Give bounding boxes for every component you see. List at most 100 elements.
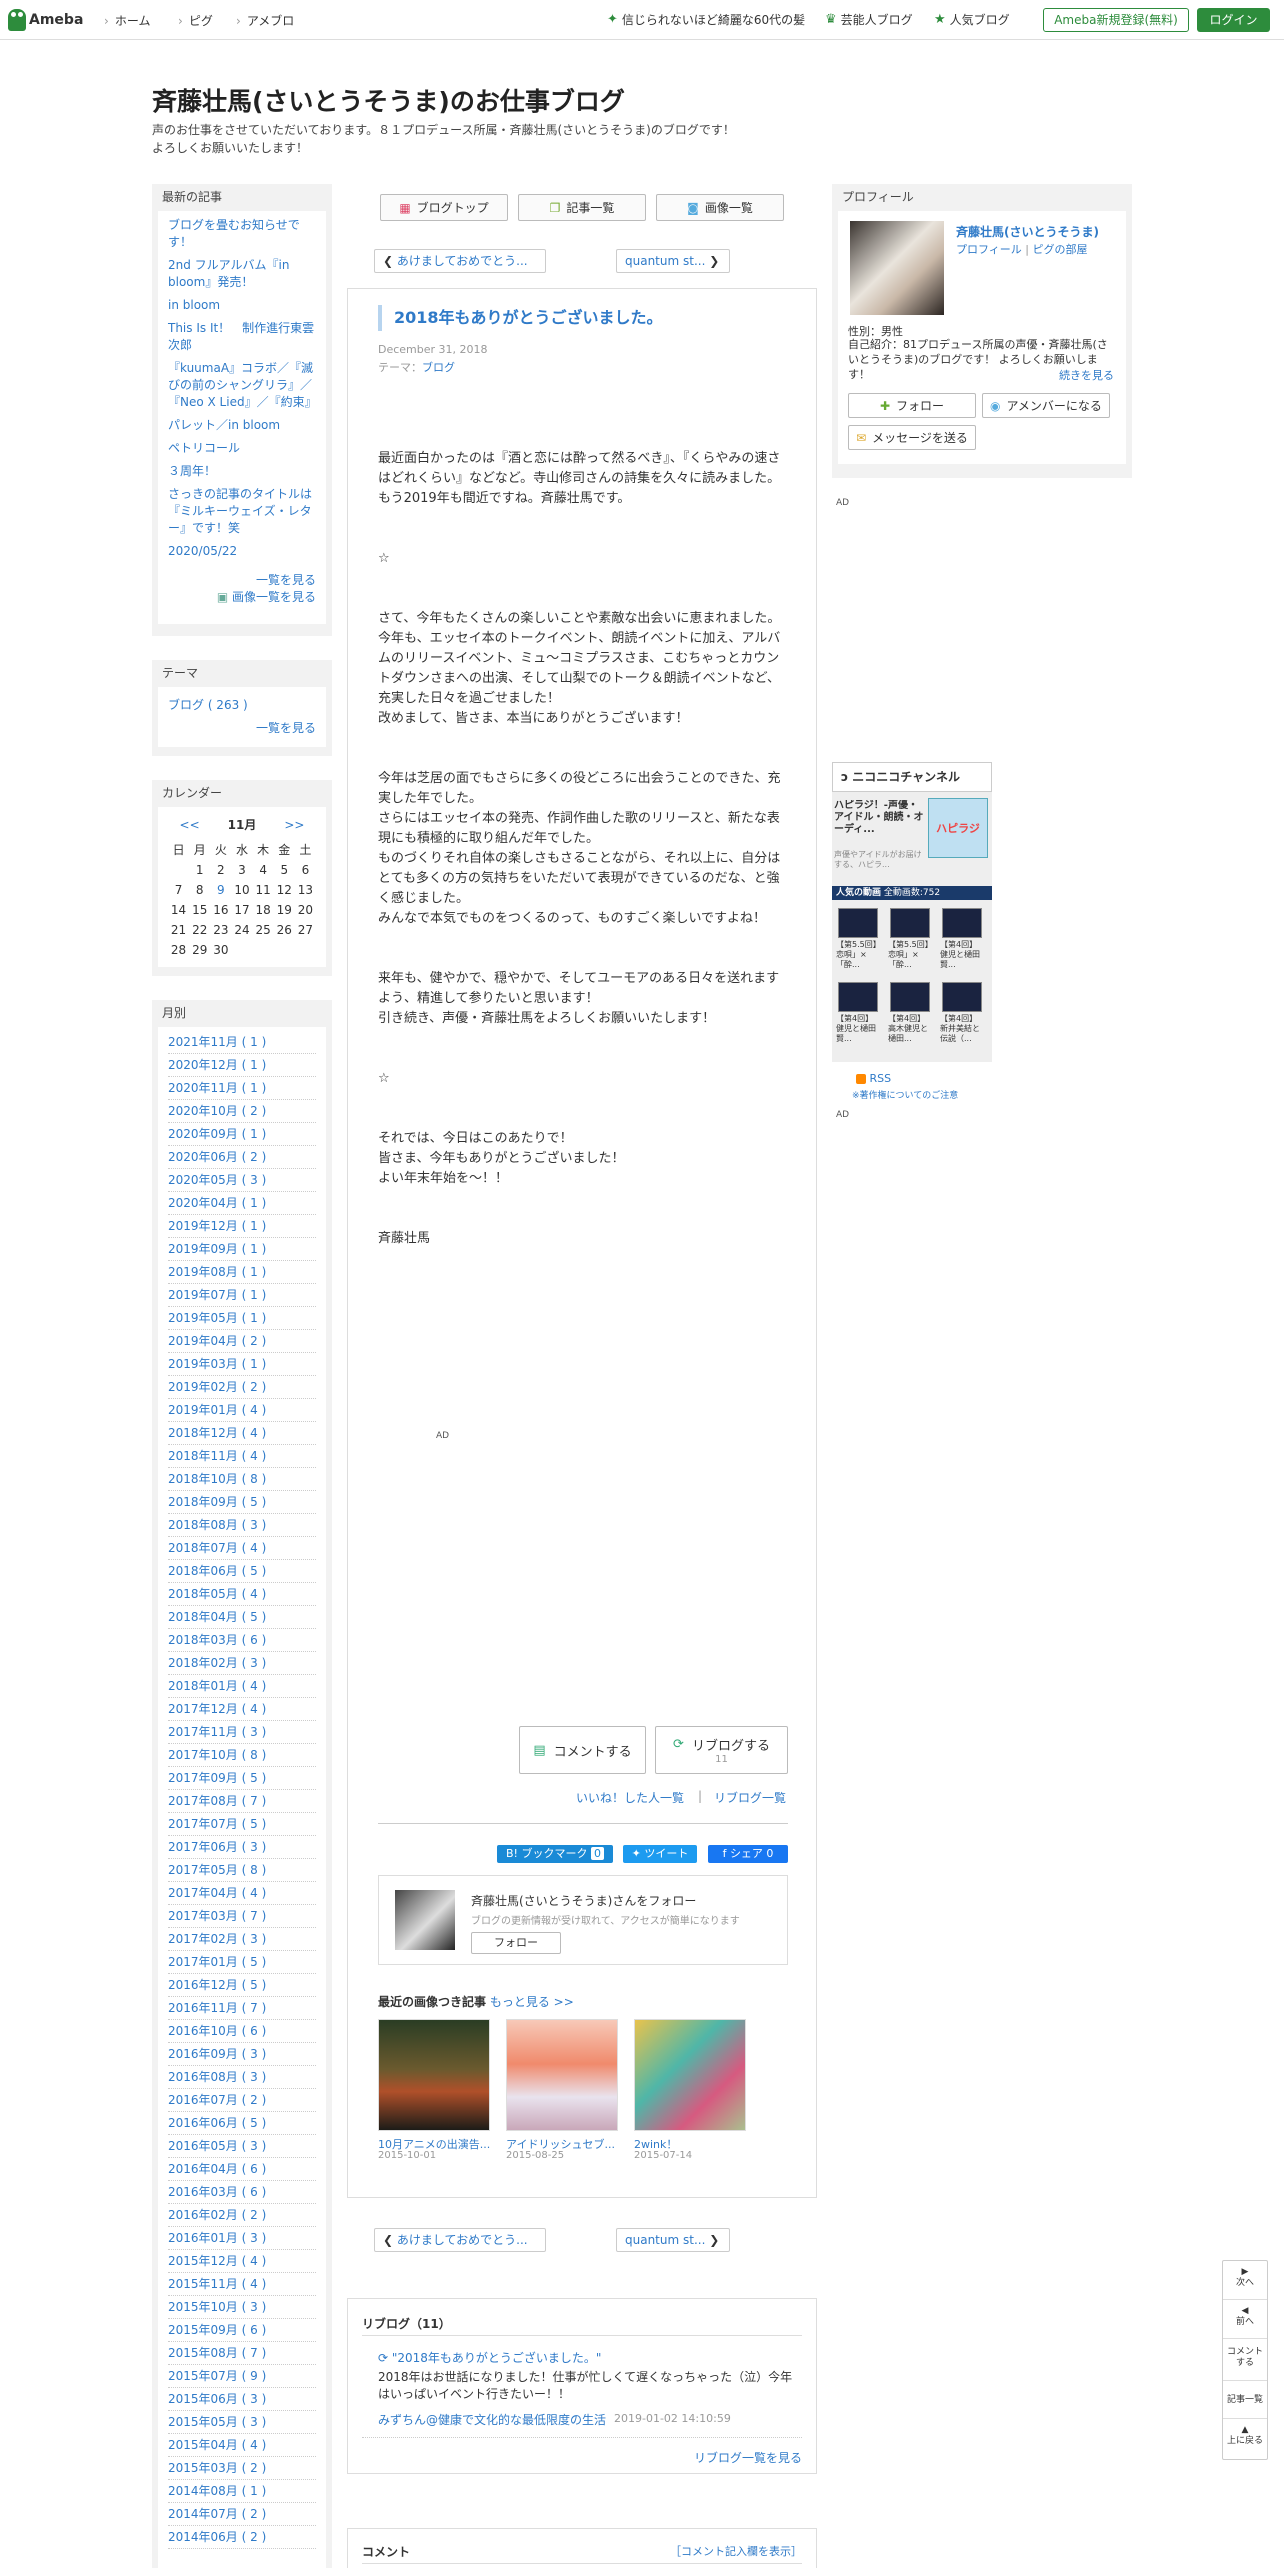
- month-archive-link[interactable]: 2017年02月 ( 3 ): [168, 1928, 316, 1951]
- nav-home[interactable]: ホーム: [104, 12, 151, 29]
- image-thumbnail[interactable]: [506, 2019, 618, 2131]
- reblog-list-link[interactable]: リブログ一覧: [714, 1789, 786, 1806]
- recent-article-link[interactable]: ３周年！: [168, 463, 316, 480]
- recent-article-link[interactable]: 2nd フルアルバム『in bloom』発売！: [168, 257, 316, 291]
- blog-title[interactable]: 斉藤壮馬(さいとうそうま)のお仕事ブログ: [152, 82, 625, 118]
- month-archive-link[interactable]: 2019年09月 ( 1 ): [168, 1238, 316, 1261]
- month-archive-link[interactable]: 2014年07月 ( 2 ): [168, 2503, 316, 2526]
- month-archive-link[interactable]: 2018年09月 ( 5 ): [168, 1491, 316, 1514]
- topic-link-celebrity[interactable]: ♛ 芸能人ブログ: [825, 11, 913, 28]
- month-archive-link[interactable]: 2015年06月 ( 3 ): [168, 2388, 316, 2411]
- login-button[interactable]: ログイン: [1197, 8, 1270, 32]
- month-archive-link[interactable]: 2015年03月 ( 2 ): [168, 2457, 316, 2480]
- month-archive-link[interactable]: 2016年06月 ( 5 ): [168, 2112, 316, 2135]
- profile-avatar[interactable]: [850, 221, 944, 315]
- recent-images-more-link[interactable]: もっと見る >>: [490, 1995, 574, 2009]
- register-button[interactable]: Ameba新規登録(無料): [1043, 8, 1189, 32]
- month-archive-link[interactable]: 2017年09月 ( 5 ): [168, 1767, 316, 1790]
- nico-video-thumbnail[interactable]: [942, 982, 982, 1012]
- month-archive-link[interactable]: 2017年04月 ( 4 ): [168, 1882, 316, 1905]
- month-archive-link[interactable]: 2016年12月 ( 5 ): [168, 1974, 316, 1997]
- reblog-more-link[interactable]: リブログ一覧を見る: [694, 2449, 802, 2466]
- month-archive-link[interactable]: 2015年07月 ( 9 ): [168, 2365, 316, 2388]
- month-archive-link[interactable]: 2014年06月 ( 2 ): [168, 2526, 316, 2549]
- month-archive-link[interactable]: 2014年08月 ( 1 ): [168, 2480, 316, 2503]
- side-next-button[interactable]: ▶ 次へ: [1223, 2261, 1267, 2300]
- month-archive-link[interactable]: 2020年05月 ( 3 ): [168, 1169, 316, 1192]
- profile-name[interactable]: 斉藤壮馬(さいとうそうま): [956, 223, 1099, 240]
- comment-button[interactable]: ▤ コメントする: [519, 1726, 646, 1774]
- month-archive-link[interactable]: 2015年12月 ( 4 ): [168, 2250, 316, 2273]
- nico-video-caption[interactable]: 【第4回】健児と樋田賢...: [836, 1014, 880, 1044]
- month-archive-link[interactable]: 2020年04月 ( 1 ): [168, 1192, 316, 1215]
- nico-video-caption[interactable]: 【第4回】高木健児と樋田...: [888, 1014, 932, 1044]
- month-archive-link[interactable]: 2017年01月 ( 5 ): [168, 1951, 316, 1974]
- calendar-day[interactable]: 9: [210, 880, 231, 900]
- month-archive-link[interactable]: 2017年05月 ( 8 ): [168, 1859, 316, 1882]
- tab-article-list[interactable]: ❐ 記事一覧: [518, 194, 646, 221]
- nico-video-thumbnail[interactable]: [942, 908, 982, 938]
- nav-ameblo[interactable]: アメブロ: [236, 12, 294, 29]
- month-archive-link[interactable]: 2020年10月 ( 2 ): [168, 1100, 316, 1123]
- month-archive-link[interactable]: 2016年09月 ( 3 ): [168, 2043, 316, 2066]
- month-archive-link[interactable]: 2018年03月 ( 6 ): [168, 1629, 316, 1652]
- month-archive-link[interactable]: 2020年12月 ( 1 ): [168, 1054, 316, 1077]
- month-archive-link[interactable]: 2019年03月 ( 1 ): [168, 1353, 316, 1376]
- month-archive-link[interactable]: 2019年08月 ( 1 ): [168, 1261, 316, 1284]
- reblog-entry-title[interactable]: ⟳ "2018年もありがとうございました。": [378, 2349, 601, 2366]
- month-archive-link[interactable]: 2019年01月 ( 4 ): [168, 1399, 316, 1422]
- profile-more-link[interactable]: 続きを見る: [1059, 367, 1114, 383]
- month-archive-link[interactable]: 2019年04月 ( 2 ): [168, 1330, 316, 1353]
- month-archive-link[interactable]: 2018年01月 ( 4 ): [168, 1675, 316, 1698]
- recent-article-link[interactable]: ブログを畳むお知らせです！: [168, 217, 316, 251]
- month-archive-link[interactable]: 2017年11月 ( 3 ): [168, 1721, 316, 1744]
- comment-form-toggle[interactable]: ［コメント記入欄を表示］: [670, 2543, 802, 2559]
- recent-article-link[interactable]: パレット／in bloom: [168, 417, 316, 434]
- amember-button[interactable]: ◉ アメンバーになる: [982, 393, 1110, 418]
- month-archive-link[interactable]: 2018年11月 ( 4 ): [168, 1445, 316, 1468]
- side-list-button[interactable]: 記事一覧: [1223, 2381, 1267, 2419]
- month-archive-link[interactable]: 2015年10月 ( 3 ): [168, 2296, 316, 2319]
- month-archive-link[interactable]: 2019年02月 ( 2 ): [168, 1376, 316, 1399]
- follow-button[interactable]: フォロー: [471, 1932, 561, 1954]
- month-archive-link[interactable]: 2017年10月 ( 8 ): [168, 1744, 316, 1767]
- prev-article-link-bottom[interactable]: ❮ あけましておめでとう...: [374, 2228, 546, 2252]
- reblog-button[interactable]: ⟳ リブログする 11: [655, 1726, 788, 1774]
- next-article-link[interactable]: quantum st... ❯: [616, 249, 730, 273]
- month-archive-link[interactable]: 2018年12月 ( 4 ): [168, 1422, 316, 1445]
- liked-users-link[interactable]: いいね！した人一覧: [576, 1789, 684, 1806]
- month-archive-link[interactable]: 2020年09月 ( 1 ): [168, 1123, 316, 1146]
- tab-blog-top[interactable]: ▦ ブログトップ: [380, 194, 508, 221]
- month-archive-link[interactable]: 2018年10月 ( 8 ): [168, 1468, 316, 1491]
- month-archive-link[interactable]: 2017年12月 ( 4 ): [168, 1698, 316, 1721]
- calendar-prev-link[interactable]: <<: [180, 817, 200, 834]
- profile-follow-button[interactable]: ✚ フォロー: [848, 393, 976, 418]
- rss-link[interactable]: RSS: [870, 1072, 892, 1085]
- reblog-entry-author[interactable]: みずちん@健康で文化的な最低限度の生活: [378, 2411, 606, 2428]
- nico-video-thumbnail[interactable]: [890, 908, 930, 938]
- pig-room-link[interactable]: ピグの部屋: [1032, 243, 1087, 256]
- month-archive-link[interactable]: 2016年10月 ( 6 ): [168, 2020, 316, 2043]
- side-comment-button[interactable]: コメントする: [1223, 2339, 1267, 2381]
- month-archive-link[interactable]: 2015年09月 ( 6 ): [168, 2319, 316, 2342]
- month-archive-link[interactable]: 2016年03月 ( 6 ): [168, 2181, 316, 2204]
- side-prev-button[interactable]: ◀ 前へ: [1223, 2300, 1267, 2339]
- side-top-button[interactable]: ▲ 上に戻る: [1223, 2419, 1267, 2459]
- month-archive-link[interactable]: 2015年08月 ( 7 ): [168, 2342, 316, 2365]
- month-archive-link[interactable]: 2017年07月 ( 5 ): [168, 1813, 316, 1836]
- recent-article-link[interactable]: This Is It！ 制作進行東雲次郎: [168, 320, 316, 354]
- nav-pigg[interactable]: ピグ: [178, 12, 213, 29]
- month-archive-link[interactable]: 2018年07月 ( 4 ): [168, 1537, 316, 1560]
- topic-link-hair[interactable]: ✦ 信じられないほど綺麗な60代の髪: [607, 11, 805, 28]
- month-archive-link[interactable]: 2015年04月 ( 4 ): [168, 2434, 316, 2457]
- nico-video-caption[interactable]: 【第4回】健児と樋田賢...: [940, 940, 984, 970]
- theme-link-blog[interactable]: ブログ ( 263 ): [168, 697, 316, 714]
- nico-video-caption[interactable]: 【第4回】新井美結と伝説（...: [940, 1014, 984, 1044]
- month-archive-link[interactable]: 2015年05月 ( 3 ): [168, 2411, 316, 2434]
- month-archive-link[interactable]: 2018年04月 ( 5 ): [168, 1606, 316, 1629]
- next-article-link-bottom[interactable]: quantum st... ❯: [616, 2228, 730, 2252]
- month-archive-link[interactable]: 2015年11月 ( 4 ): [168, 2273, 316, 2296]
- tweet-button[interactable]: ✦ ツイート: [623, 1845, 697, 1863]
- nico-video-thumbnail[interactable]: [890, 982, 930, 1012]
- recent-article-link[interactable]: さっきの記事のタイトルは『ミルキーウェイズ・レター』です！笑: [168, 486, 316, 537]
